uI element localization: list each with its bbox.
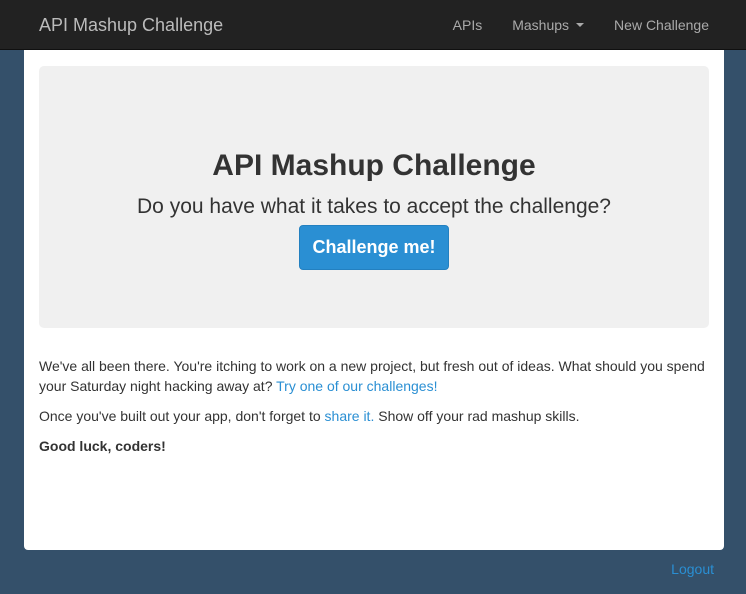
jumbotron-lead: Do you have what it takes to accept the … (137, 195, 611, 218)
nav-item-mashups-dropdown[interactable]: Mashups (497, 0, 599, 50)
navbar: API Mashup Challenge APIs Mashups New Ch… (0, 0, 746, 50)
nav-item-new-challenge[interactable]: New Challenge (599, 0, 746, 50)
navbar-nav: APIs Mashups New Challenge (438, 0, 746, 50)
caret-down-icon (576, 23, 585, 27)
logout-link[interactable]: Logout (671, 559, 714, 579)
share-it-link[interactable]: share it. (325, 408, 375, 424)
navbar-brand[interactable]: API Mashup Challenge (39, 14, 223, 36)
intro-paragraph: We've all been there. You're itching to … (39, 356, 709, 396)
intro-content: We've all been there. You're itching to … (39, 356, 709, 466)
share-text-before: Once you've built out your app, don't fo… (39, 408, 325, 424)
share-text-after: Show off your rad mashup skills. (374, 408, 580, 424)
try-challenges-link[interactable]: Try one of our challenges! (276, 378, 437, 394)
page-title: API Mashup Challenge (212, 149, 536, 182)
nav-item-mashups-label: Mashups (512, 17, 570, 33)
good-luck-text: Good luck, coders! (39, 438, 166, 454)
share-paragraph: Once you've built out your app, don't fo… (39, 406, 709, 426)
jumbotron: API Mashup Challenge Do you have what it… (39, 66, 709, 328)
main-panel: API Mashup Challenge Do you have what it… (24, 50, 724, 550)
challenge-me-button[interactable]: Challenge me! (299, 225, 449, 270)
nav-item-apis[interactable]: APIs (438, 0, 498, 50)
